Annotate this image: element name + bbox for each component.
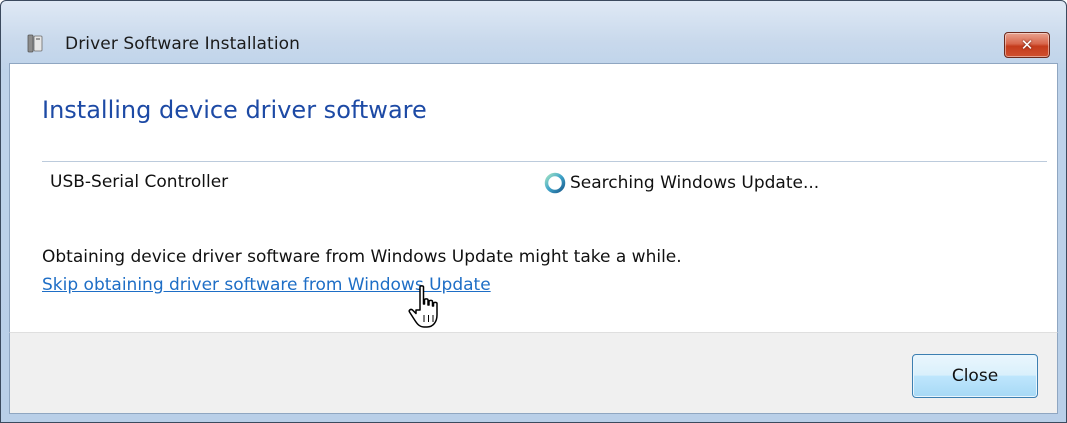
close-icon: ✕ [1020,36,1034,54]
info-text: Obtaining device driver software from Wi… [42,247,682,267]
window-close-button[interactable]: ✕ [1004,32,1050,58]
window-title: Driver Software Installation [65,34,301,54]
close-button[interactable]: Close [912,354,1038,398]
title-bar[interactable]: Driver Software Installation ✕ [1,1,1066,63]
divider [42,161,1047,162]
device-installer-icon [27,34,43,53]
progress-spinner-icon [544,172,566,194]
page-title: Installing device driver software [42,96,427,124]
hand-pointer-cursor [408,285,438,328]
dialog-footer: Close [9,332,1058,414]
device-status: Searching Windows Update... [544,170,819,196]
device-name: USB-Serial Controller [50,172,229,192]
status-text: Searching Windows Update... [570,173,820,193]
driver-installation-window: Driver Software Installation ✕ Installin… [0,0,1067,423]
